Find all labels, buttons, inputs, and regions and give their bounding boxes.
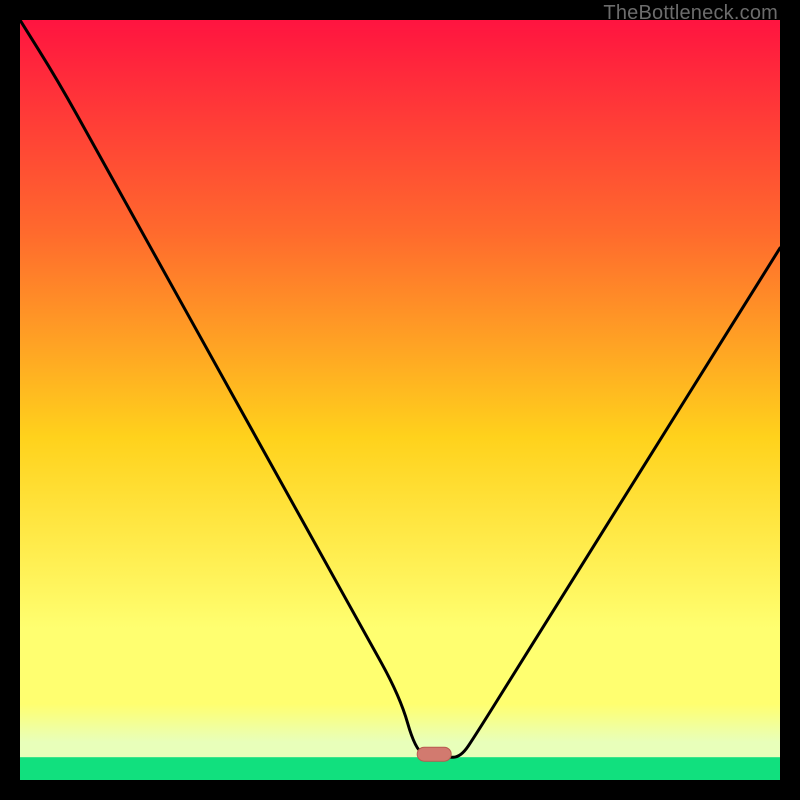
optimum-marker: [417, 747, 451, 761]
baseline-green-band: [20, 757, 780, 780]
watermark-label: TheBottleneck.com: [603, 2, 778, 25]
chart-frame: TheBottleneck.com: [0, 0, 800, 800]
plot-area: [20, 20, 780, 780]
bottleneck-chart: [20, 20, 780, 780]
gradient-background: [20, 20, 780, 780]
